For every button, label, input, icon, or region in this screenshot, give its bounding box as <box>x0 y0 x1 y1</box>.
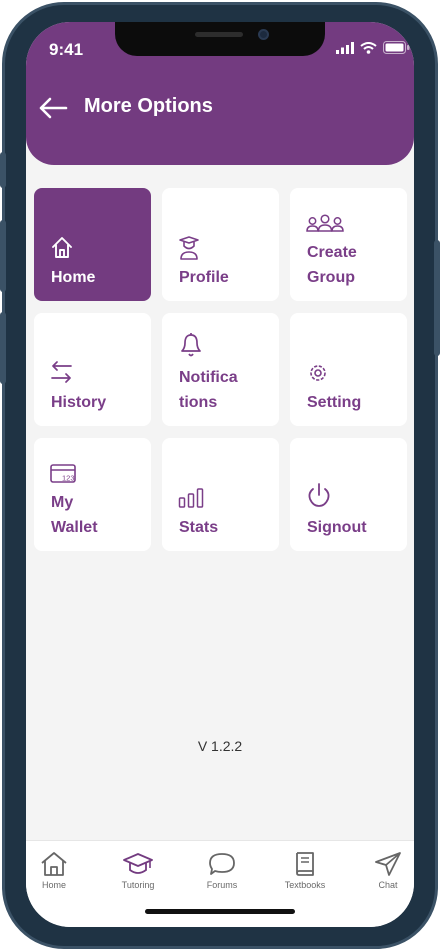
tile-label: tions <box>179 394 218 411</box>
tile-stats[interactable]: Stats <box>162 438 279 551</box>
tab-home[interactable]: Home <box>26 851 87 901</box>
tab-chat[interactable]: Chat <box>355 851 414 901</box>
battery-icon <box>383 41 410 54</box>
tile-label: Stats <box>179 519 219 536</box>
swap-arrows-icon <box>51 361 72 383</box>
tile-label: Wallet <box>51 519 98 536</box>
tile-label: Signout <box>307 519 367 536</box>
group-icon <box>306 214 344 232</box>
tile-home[interactable]: Home <box>34 188 151 301</box>
app-version: V 1.2.2 <box>197 738 243 754</box>
tile-label: Setting <box>307 394 362 411</box>
signal-icon <box>336 41 354 54</box>
side-button <box>0 152 6 188</box>
tile-label: Home <box>51 269 96 286</box>
tile-my-wallet[interactable]: 123 My Wallet <box>34 438 151 551</box>
bar-stats-icon <box>178 488 204 508</box>
gear-icon <box>310 365 326 381</box>
camera <box>258 29 269 40</box>
back-button[interactable] <box>38 96 68 120</box>
student-profile-icon <box>179 236 199 260</box>
send-icon <box>375 852 401 876</box>
tile-setting[interactable]: Setting <box>290 313 407 426</box>
tile-label: Profile <box>179 269 229 286</box>
power-icon <box>308 483 330 507</box>
screen: 9:41 More Options Home Profile Create Gr… <box>26 22 414 927</box>
tab-textbooks[interactable]: Textbooks <box>272 851 338 901</box>
tile-label: Group <box>307 269 355 286</box>
home-indicator <box>145 909 295 914</box>
tile-create-group[interactable]: Create Group <box>290 188 407 301</box>
status-icons <box>336 41 410 54</box>
tab-label: Chat <box>378 880 398 890</box>
tab-forums[interactable]: Forums <box>189 851 255 901</box>
card-number-text: 123 <box>62 474 75 483</box>
tile-label: My <box>51 494 74 511</box>
volume-up-button <box>0 220 6 292</box>
tile-label: History <box>51 394 107 411</box>
tab-label: Textbooks <box>284 880 326 890</box>
bell-icon <box>181 333 201 357</box>
tab-label: Forums <box>206 880 238 890</box>
wifi-icon <box>360 41 377 54</box>
tab-label: Tutoring <box>121 880 155 890</box>
wallet-card-icon: 123 <box>50 464 76 483</box>
power-button <box>434 240 440 356</box>
tile-notifications[interactable]: Notifica tions <box>162 313 279 426</box>
tab-label: Home <box>41 880 66 890</box>
volume-down-button <box>0 312 6 384</box>
tile-history[interactable]: History <box>34 313 151 426</box>
status-time: 9:41 <box>49 40 84 59</box>
home-icon <box>52 237 72 258</box>
arrow-left-icon <box>39 97 68 119</box>
tile-signout[interactable]: Signout <box>290 438 407 551</box>
book-icon <box>296 852 314 876</box>
tile-profile[interactable]: Profile <box>162 188 279 301</box>
tab-tutoring[interactable]: Tutoring <box>105 851 171 901</box>
tile-label: Create <box>307 244 357 261</box>
graduation-cap-icon <box>123 853 153 874</box>
tile-label: Notifica <box>179 369 238 386</box>
page-title: More Options <box>84 95 213 117</box>
speaker <box>195 32 243 37</box>
home-icon <box>41 852 67 876</box>
notch <box>115 22 325 56</box>
chat-bubble-icon <box>209 853 235 875</box>
